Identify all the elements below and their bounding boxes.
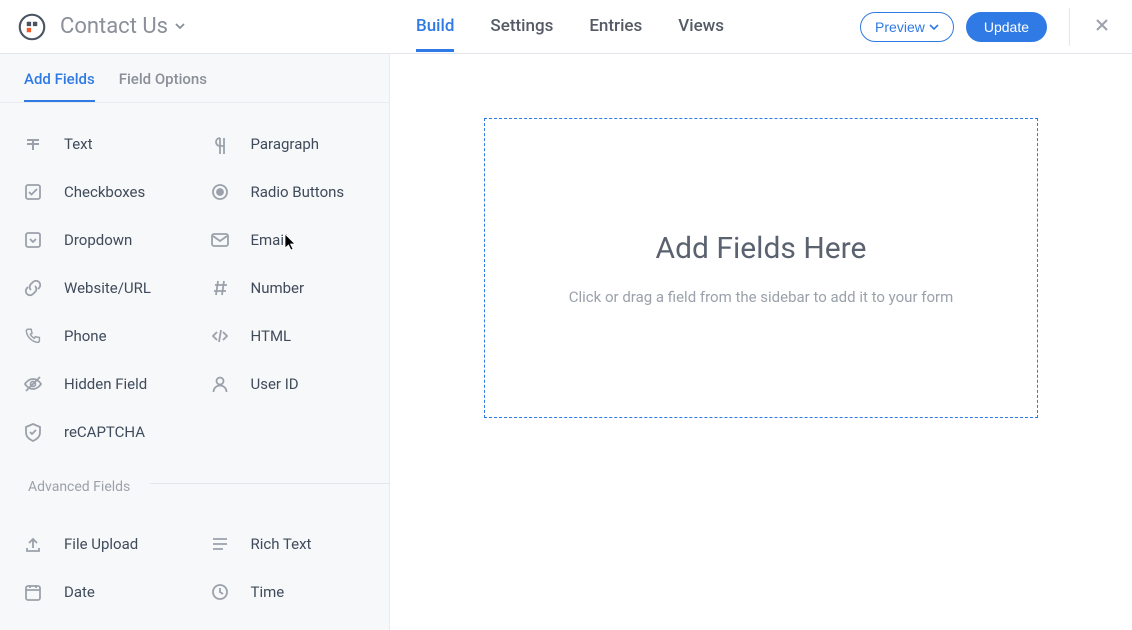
form-title-dropdown[interactable]: Contact Us — [60, 14, 186, 39]
field-time[interactable]: Time — [199, 569, 378, 615]
sidebar-tab-add-fields[interactable]: Add Fields — [24, 70, 95, 102]
chevron-down-icon — [174, 17, 186, 36]
field-label: File Upload — [64, 535, 138, 553]
richtext-icon — [207, 531, 233, 557]
radio-icon — [207, 179, 233, 205]
field-dropdown[interactable]: Dropdown — [12, 217, 191, 263]
fields-sidebar: Add Fields Field Options Text Paragraph Ch… — [0, 54, 390, 630]
field-label: Website/URL — [64, 279, 151, 297]
header-actions: Preview Update — [860, 8, 1116, 46]
field-date[interactable]: Date — [12, 569, 191, 615]
field-label: Phone — [64, 327, 107, 345]
tab-views[interactable]: Views — [678, 2, 724, 52]
field-scale[interactable]: Scale — [12, 617, 191, 630]
field-link[interactable]: Website/URL — [12, 265, 191, 311]
phone-icon — [20, 323, 46, 349]
field-text[interactable]: Text — [12, 121, 191, 167]
field-label: Time — [251, 583, 285, 601]
field-phone[interactable]: Phone — [12, 313, 191, 359]
field-label: Text — [64, 135, 93, 153]
field-label: Number — [251, 279, 305, 297]
app-logo-icon — [16, 11, 48, 43]
checkbox-icon — [20, 179, 46, 205]
form-title: Contact Us — [60, 14, 168, 39]
field-label: Paragraph — [251, 135, 320, 153]
field-label: Rich Text — [251, 535, 312, 553]
app-header: Contact Us Build Settings Entries Views … — [0, 0, 1132, 54]
date-icon — [20, 579, 46, 605]
hash-icon — [207, 275, 233, 301]
user-icon — [207, 371, 233, 397]
tab-build[interactable]: Build — [416, 2, 454, 52]
divider — [1069, 8, 1070, 46]
tab-entries[interactable]: Entries — [589, 2, 642, 52]
field-hash[interactable]: Number — [199, 265, 378, 311]
field-label: Dropdown — [64, 231, 132, 249]
close-icon — [1094, 17, 1110, 33]
field-checkbox[interactable]: Checkboxes — [12, 169, 191, 215]
field-label: HTML — [251, 327, 292, 345]
field-hidden[interactable]: Hidden Field — [12, 361, 191, 407]
field-label: Date — [64, 583, 95, 601]
form-canvas: Add Fields Here Click or drag a field fr… — [390, 54, 1132, 630]
drop-zone[interactable]: Add Fields Here Click or drag a field fr… — [484, 118, 1038, 418]
advanced-fields-header: Advanced Fields — [0, 463, 389, 503]
code-icon — [207, 323, 233, 349]
drop-subtitle: Click or drag a field from the sidebar t… — [569, 288, 954, 306]
field-label: Hidden Field — [64, 375, 147, 393]
field-paragraph[interactable]: Paragraph — [199, 121, 378, 167]
field-user[interactable]: User ID — [199, 361, 378, 407]
field-code[interactable]: HTML — [199, 313, 378, 359]
chevron-down-icon — [929, 22, 939, 32]
main-nav-tabs: Build Settings Entries Views — [416, 2, 724, 52]
upload-icon — [20, 531, 46, 557]
email-icon — [207, 227, 233, 253]
field-email[interactable]: Email — [199, 217, 378, 263]
drop-title: Add Fields Here — [656, 231, 867, 266]
sidebar-tabs: Add Fields Field Options — [0, 54, 389, 103]
field-radio[interactable]: Radio Buttons — [199, 169, 378, 215]
preview-label: Preview — [875, 19, 925, 35]
link-icon — [20, 275, 46, 301]
basic-fields-grid: Text Paragraph Checkboxes Radio Buttons Drop… — [0, 103, 389, 463]
field-shield[interactable]: reCAPTCHA — [12, 409, 191, 455]
close-button[interactable] — [1088, 11, 1116, 43]
text-icon — [20, 131, 46, 157]
sidebar-tab-field-options[interactable]: Field Options — [119, 70, 207, 102]
time-icon — [207, 579, 233, 605]
dropdown-icon — [20, 227, 46, 253]
field-label: reCAPTCHA — [64, 423, 145, 441]
paragraph-icon — [207, 131, 233, 157]
field-label: Radio Buttons — [251, 183, 345, 201]
advanced-fields-grid: File Upload Rich Text Date Time Scale Star Ra… — [0, 503, 389, 630]
field-label: User ID — [251, 375, 299, 393]
field-upload[interactable]: File Upload — [12, 521, 191, 567]
field-richtext[interactable]: Rich Text — [199, 521, 378, 567]
shield-icon — [20, 419, 46, 445]
field-label: Email — [251, 231, 288, 249]
hidden-icon — [20, 371, 46, 397]
field-label: Checkboxes — [64, 183, 145, 201]
preview-button[interactable]: Preview — [860, 12, 954, 42]
field-star[interactable]: Star Rating — [199, 617, 378, 630]
tab-settings[interactable]: Settings — [490, 2, 553, 52]
update-button[interactable]: Update — [966, 12, 1047, 42]
